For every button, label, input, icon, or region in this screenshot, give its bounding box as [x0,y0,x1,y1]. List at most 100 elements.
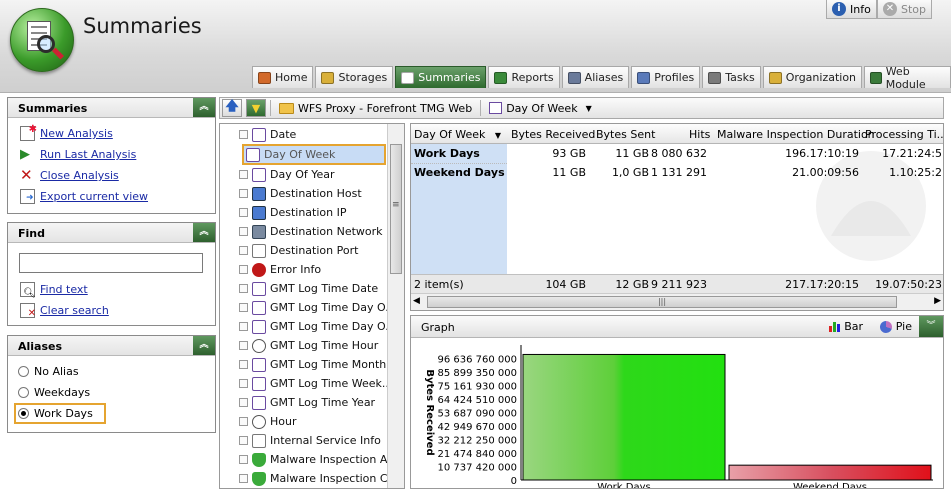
find-text-action[interactable]: 🔍︎ Find text [8,279,88,300]
field-list-item[interactable]: Malware Inspection C... [220,469,404,488]
table-row[interactable]: Weekend Days 11 GB 1,0 GB 1 131 291 21.0… [411,163,943,182]
column-header-bytes-received[interactable]: Bytes Received [511,128,595,141]
collapse-icon[interactable]: ︽ [193,98,215,117]
new-analysis-action[interactable]: ✱ New Analysis [8,123,215,144]
graph-panel: Graph Bar Pie ︾ Bytes Received 96 636 760… [410,315,944,489]
field-list-item[interactable]: GMT Log Time Day O... [220,298,404,317]
alias-option-no-alias[interactable]: No Alias [8,361,215,382]
field-list-item[interactable]: Internal Service Info [220,431,404,450]
table-row[interactable]: Work Days 93 GB 11 GB 8 080 632 196.17:1… [411,144,943,163]
tab-reports[interactable]: Reports [488,66,560,88]
collapse-icon[interactable]: ︽ [193,223,215,242]
field-checkbox[interactable] [239,265,248,274]
radio-button[interactable] [18,408,29,419]
field-checkbox[interactable] [239,189,248,198]
tab-aliases[interactable]: Aliases [561,66,630,88]
footer-processing-time: 19.07:50:23 [875,278,942,291]
scroll-left-icon[interactable]: ◀ [413,296,420,306]
export-view-action[interactable]: ➜ Export current view [8,186,215,207]
field-list-item[interactable]: GMT Log Time Month [220,355,404,374]
vertical-scrollbar[interactable]: ≡ [387,124,404,488]
y-tick-label: 64 424 510 000 [437,395,517,406]
find-text-link[interactable]: Find text [40,283,88,296]
alias-option-work-days[interactable]: Work Days [14,403,106,424]
tab-organization[interactable]: Organization [762,66,863,88]
tab-label: Web Module [885,64,926,91]
tab-web-module[interactable]: Web Module [864,64,951,91]
clear-search-action[interactable]: ✕ Clear search [8,300,109,321]
field-checkbox[interactable] [239,303,248,312]
field-checkbox[interactable] [239,436,248,445]
up-button[interactable]: 🡅︎ [222,99,242,117]
chevron-down-icon[interactable]: ▼ [586,104,592,113]
pie-chart-button[interactable]: Pie [879,320,912,333]
field-list-item[interactable]: GMT Log Time Week... [220,374,404,393]
host-icon [252,186,266,201]
field-list-item[interactable]: Date [220,125,404,144]
new-analysis-link[interactable]: New Analysis [40,127,113,140]
collapse-icon[interactable]: ︾ [919,316,943,337]
field-checkbox[interactable] [239,417,248,426]
field-list-item[interactable]: GMT Log Time Day O... [220,317,404,336]
field-list-item[interactable]: Error Info [220,260,404,279]
breadcrumb-field[interactable]: Day Of Week [485,102,581,115]
tab-profiles[interactable]: Profiles [631,66,701,88]
field-checkbox[interactable] [239,360,248,369]
tab-label: Summaries [418,71,481,84]
options-button[interactable]: ▼ [246,99,266,117]
field-list-item[interactable]: Destination IP [220,203,404,222]
field-list-item[interactable]: Destination Network [220,222,404,241]
scrollbar-thumb[interactable]: ≡ [390,144,402,274]
tab-storages[interactable]: Storages [315,66,394,88]
field-checkbox[interactable] [239,455,248,464]
column-header-bytes-sent[interactable]: Bytes Sent [596,128,655,141]
field-checkbox[interactable] [239,246,248,255]
bar-chart-button[interactable]: Bar [829,320,863,333]
field-list-item[interactable]: GMT Log Time Date [220,279,404,298]
find-input[interactable] [19,253,203,273]
stop-button[interactable]: ✕ Stop [877,0,933,19]
close-analysis-action[interactable]: ✕ Close Analysis [8,165,215,186]
field-list-item[interactable]: Hour [220,412,404,431]
radio-button[interactable] [18,387,29,398]
field-list-item[interactable]: GMT Log Time Hour [220,336,404,355]
field-checkbox[interactable] [239,284,248,293]
column-header-hits[interactable]: Hits [689,128,710,141]
export-view-link[interactable]: Export current view [40,190,148,203]
tab-home[interactable]: Home [252,66,314,88]
radio-button[interactable] [18,366,29,377]
field-checkbox[interactable] [239,398,248,407]
field-checkbox[interactable] [239,170,248,179]
field-list-item[interactable]: Destination Host [220,184,404,203]
tab-tasks[interactable]: Tasks [702,66,761,88]
alias-option-weekdays[interactable]: Weekdays [8,382,215,403]
field-checkbox[interactable] [239,130,248,139]
field-checkbox[interactable] [239,208,248,217]
field-list-item[interactable]: Destination Port [220,241,404,260]
field-checkbox[interactable] [239,322,248,331]
shield-icon [252,452,266,467]
column-header-malware-inspection-duration[interactable]: Malware Inspection Duration [717,128,875,141]
tab-label: Storages [338,71,388,84]
close-analysis-link[interactable]: Close Analysis [40,169,119,182]
scroll-right-icon[interactable]: ▶ [934,296,941,306]
breadcrumb-source[interactable]: WFS Proxy - Forefront TMG Web [275,102,476,115]
horizontal-scrollbar[interactable]: ◀ ||| ▶ [411,293,943,310]
tab-summaries[interactable]: Summaries [395,66,487,88]
collapse-icon[interactable]: ︽ [193,336,215,355]
column-header-processing-time[interactable]: Processing Ti... [865,128,943,141]
info-button[interactable]: i Info [826,0,877,19]
run-last-analysis-link[interactable]: Run Last Analysis [40,148,136,161]
field-list-item[interactable]: Malware Inspection A... [220,450,404,469]
field-list-item[interactable]: Day Of Year [220,165,404,184]
field-checkbox[interactable] [239,227,248,236]
field-list-item[interactable]: GMT Log Time Year [220,393,404,412]
field-checkbox[interactable] [239,379,248,388]
scrollbar-thumb[interactable]: ||| [427,296,897,308]
column-header-day-of-week[interactable]: Day Of Week ▼ [414,128,506,141]
field-list-item[interactable]: Day Of Week [242,144,386,165]
clear-search-link[interactable]: Clear search [40,304,109,317]
field-checkbox[interactable] [239,474,248,483]
field-checkbox[interactable] [239,341,248,350]
run-last-analysis-action[interactable]: ▶ Run Last Analysis [8,144,215,165]
